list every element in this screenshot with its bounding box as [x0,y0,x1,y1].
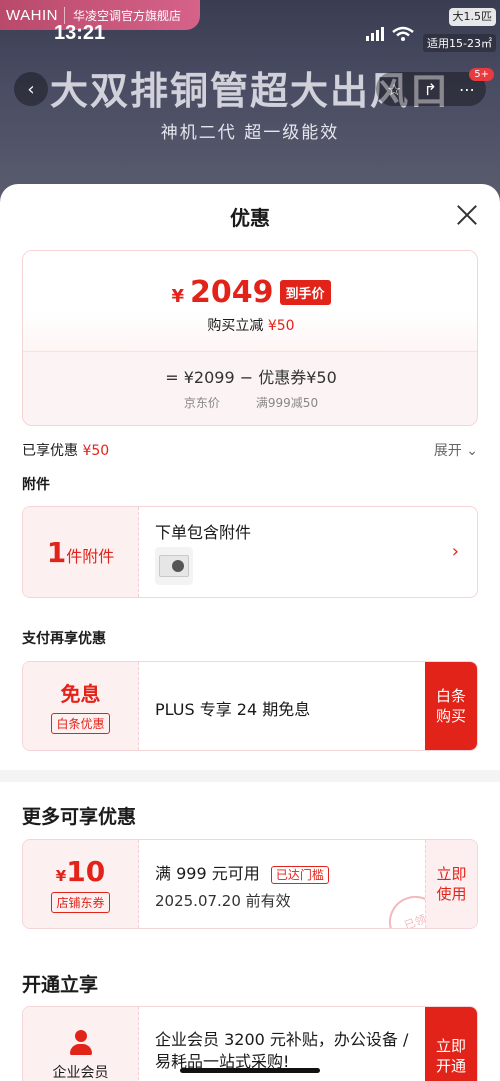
sheet-title: 优惠 [230,206,270,230]
enjoyed-amount: ¥50 [82,443,110,459]
coupon-currency: ¥ [55,867,67,885]
home-indicator[interactable] [180,1068,320,1073]
cellular-signal-icon [366,27,384,41]
favorite-star-icon[interactable]: ☆ [387,80,401,99]
store-name: 华凌空调官方旗舰店 [72,8,181,23]
brand-logo: WAHIN [6,6,65,24]
accessory-card[interactable]: 1 件附件 下单包含附件 › [22,506,478,598]
installment-card[interactable]: 免息 白条优惠 PLUS 专享 24 期免息 白条购买 [22,661,478,751]
interest-free-block: 免息 白条优惠 [23,662,139,750]
use-coupon-button[interactable]: 立即使用 [425,840,477,928]
coupon-type-tag: 店铺东券 [51,892,110,913]
coupon-amount: 10 [66,855,106,888]
baitiao-buy-button[interactable]: 白条购买 [425,662,477,750]
accessory-count-block: 1 件附件 [23,507,139,597]
enterprise-member-label: 企业会员 [52,1065,109,1081]
final-price-tag: 到手价 [279,280,331,305]
final-price: 2049 [190,275,274,310]
expand-button[interactable]: 展开 ⌄ [434,440,478,460]
open-membership-button[interactable]: 立即开通 [425,1007,477,1081]
accessory-section-label: 附件 [22,477,50,493]
close-icon[interactable] [456,204,478,226]
price-summary-card: ¥ 2049 到手价 购买立减 ¥50 = ¥2099 − 优惠券¥50 京东价… [22,250,478,426]
more-discounts-heading: 更多可享优惠 [22,806,137,828]
chevron-down-icon: ⌄ [466,443,478,459]
more-icon[interactable]: ⋯ [459,80,475,99]
enterprise-offer-text: 企业会员 3200 元补贴，办公设备 / 易耗品一站式采购! [155,1030,409,1071]
coupon-condition: 满 999 元可用 [155,864,260,883]
accessory-unit: 件附件 [66,547,115,566]
product-banner: WAHIN 华凌空调官方旗舰店 13:21 大1.5匹 适用15-23㎡ ‹ 大… [0,0,500,200]
purchase-discount-label: 购买立减 [207,318,264,334]
enjoyed-label: 已享优惠 [22,443,78,459]
banner-subheadline: 神机二代 超一级能效 [160,123,340,143]
threshold-reached-tag: 已达门槛 [270,866,329,884]
enjoyed-discount-row: 已享优惠 ¥50 展开 ⌄ [22,440,478,460]
enterprise-member-block: 企业会员 [23,1007,139,1081]
outdoor-unit-thumbnail [155,547,193,585]
purchase-discount-line: 购买立减 ¥50 [23,315,477,335]
section-divider [0,770,500,782]
status-time: 13:21 [54,22,106,44]
accessory-count: 1 [46,535,67,569]
currency-symbol: ¥ [171,286,184,307]
coupon-condition-line: 满 999 元可用 已达门槛 [155,860,329,884]
wifi-icon [392,26,414,41]
ac-capacity-badge: 大1.5匹 [448,8,496,26]
coupon-value-block: ¥10 店铺东券 [23,840,139,928]
price-formula: = ¥2099 − 优惠券¥50 [165,368,337,387]
coupon-expiry: 2025.07.20 前有效 [155,892,291,910]
discount-sheet: 优惠 ¥ 2049 到手价 购买立减 ¥50 = ¥2099 − 优惠券¥50 … [0,184,500,1081]
payment-section-label: 支付再享优惠 [22,631,106,647]
chevron-right-icon: › [451,541,459,562]
store-coupon-card[interactable]: ¥10 店铺东券 满 999 元可用 已达门槛 2025.07.20 前有效 已… [22,839,478,929]
baitiao-tag: 白条优惠 [51,713,110,734]
coupon-rule-label: 满999减50 [255,396,319,410]
expand-label: 展开 [433,443,462,459]
purchase-discount-amount: ¥50 [267,318,295,334]
interest-free-label: 免息 [60,682,101,706]
installment-title: PLUS 专享 24 期免息 [155,700,311,719]
jd-price-label: 京东价 [183,396,220,410]
open-enjoy-heading: 开通立享 [22,974,99,996]
ac-area-note: 适用15-23㎡ [423,34,496,52]
share-icon[interactable]: ↱ [423,80,436,99]
person-icon [68,1030,94,1056]
accessory-title: 下单包含附件 [155,523,252,542]
cart-count-badge: 5+ [469,68,494,81]
status-icons [366,26,414,42]
